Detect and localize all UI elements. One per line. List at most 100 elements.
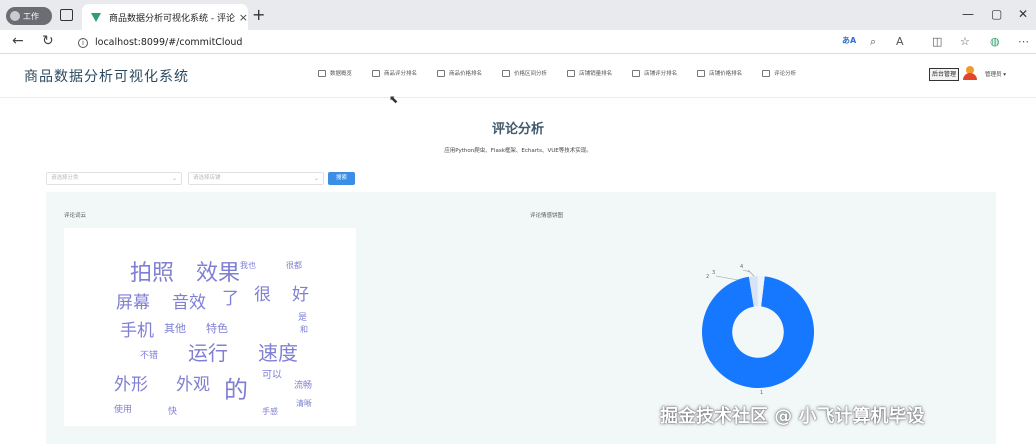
wordcloud-word: 音效 xyxy=(172,293,206,313)
tab-actions-icon[interactable] xyxy=(60,9,73,21)
read-aloud-icon[interactable]: A xyxy=(896,35,904,48)
extension-icon[interactable]: ◍ xyxy=(990,35,1000,48)
nav-label: 店铺评分排名 xyxy=(644,71,678,77)
browser-tab-bar: 工作 商品数据分析可视化系统 - 评论分析 × + — ▢ ✕ xyxy=(0,0,1036,30)
wordcloud-word: 外形 xyxy=(114,375,148,395)
nav-icon xyxy=(372,69,381,77)
nav-label: 商品评分排名 xyxy=(384,71,418,77)
mouse-cursor-icon: ⬉ xyxy=(389,93,399,106)
nav-item-comment-analysis[interactable]: 评论分析 xyxy=(762,69,796,77)
translate-icon[interactable]: あA xyxy=(842,35,856,46)
wordcloud-word: 很都 xyxy=(286,261,302,270)
browser-tab-active[interactable]: 商品数据分析可视化系统 - 评论分析 × xyxy=(82,4,248,30)
nav-icon xyxy=(502,69,511,77)
wordcloud-word: 运行 xyxy=(188,341,228,365)
wordcloud-word: 特色 xyxy=(206,321,228,335)
profile-button[interactable]: 工作 xyxy=(6,7,52,25)
user-menu[interactable]: 管理员 ▾ xyxy=(985,70,1006,78)
split-screen-icon[interactable]: ◫ xyxy=(932,35,942,48)
new-tab-icon[interactable]: + xyxy=(252,5,265,24)
nav-icon xyxy=(762,69,771,77)
chevron-down-icon: ⌄ xyxy=(171,175,177,182)
wordcloud-word: 手机 xyxy=(120,321,154,341)
wordcloud-word: 清晰 xyxy=(296,398,312,408)
app-title: 商品数据分析可视化系统 xyxy=(24,69,189,85)
vue-favicon-icon xyxy=(91,12,101,22)
nav-item-product-price[interactable]: 商品价格排名 xyxy=(437,69,482,77)
wordcloud-word: 和 xyxy=(300,325,308,334)
wordcloud-word: 好 xyxy=(292,285,309,305)
nav-icon xyxy=(567,69,576,77)
wordcloud-word: 外观 xyxy=(176,375,210,395)
nav-item-product-rating[interactable]: 商品评分排名 xyxy=(372,69,417,77)
category-select[interactable]: 请选择分类 ⌄ xyxy=(46,172,182,185)
pie-label: 评论情感饼图 xyxy=(530,213,564,219)
wordcloud-word: 使用 xyxy=(114,403,132,415)
reload-icon[interactable]: ↻ xyxy=(42,33,54,49)
wordcloud-word: 拍照 xyxy=(130,261,174,286)
search-button[interactable]: 搜索 xyxy=(328,172,355,185)
page-subtitle: 应用Python爬虫、Flask框架、Echarts、VUE等技术实现。 xyxy=(444,148,592,154)
donut-tick-label: 1 xyxy=(760,390,763,396)
wordcloud-svg: 拍照 效果屏幕 音效了很 好手机 其他 特色运行 速度外形 外观 的 可以流畅使用 不错 我也 很都是和… xyxy=(114,260,312,417)
nav-label: 价格区间分析 xyxy=(514,71,548,77)
shop-select-placeholder: 请选择店铺 xyxy=(193,175,221,181)
chevron-down-icon: ⌄ xyxy=(313,175,319,182)
site-info-icon[interactable]: i xyxy=(78,37,88,48)
maximize-icon[interactable]: ▢ xyxy=(991,7,1002,21)
donut-leader-line xyxy=(747,269,755,277)
admin-button[interactable]: 后台管理 xyxy=(929,68,960,81)
wordcloud: 拍照 效果 屏幕 音效了很 好手机 其他 特色 运行 速度 外形 外观的 可以 流畅 使用 不错 我也 很都是和… xyxy=(64,228,356,426)
wordcloud-word: 效果 xyxy=(196,261,240,286)
nav-label: 商品价格排名 xyxy=(449,71,483,77)
nav-item-price-range[interactable]: 价格区间分析 xyxy=(502,69,547,77)
wordcloud-word: 速度 xyxy=(258,341,298,365)
nav-icon xyxy=(697,69,706,77)
url-field[interactable]: i localhost:8099/#/commitCloud xyxy=(78,34,908,51)
nav-label: 评论分析 xyxy=(774,71,797,77)
shop-select[interactable]: 请选择店铺 ⌄ xyxy=(188,172,324,185)
donut-svg: 1 23 4 xyxy=(702,264,814,396)
wordcloud-word: 其他 xyxy=(164,322,186,335)
wordcloud-word: 快 xyxy=(168,405,177,417)
wordcloud-word: 我也 xyxy=(240,260,256,270)
wordcloud-word: 流畅 xyxy=(294,379,312,391)
tab-close-icon[interactable]: × xyxy=(239,11,248,24)
wordcloud-word: 可以 xyxy=(262,370,282,381)
app-header: 商品数据分析可视化系统 数据概览 商品评分排名 商品价格排名 价格区间分析 店铺… xyxy=(0,55,1036,98)
wordcloud-word: 是 xyxy=(298,312,307,323)
nav-item-overview[interactable]: 数据概览 xyxy=(318,69,352,77)
nav-icon xyxy=(632,69,641,77)
wordcloud-word: 屏幕 xyxy=(116,293,150,313)
url-text: localhost:8099/#/commitCloud xyxy=(95,37,243,48)
donut-tick-label: 2 xyxy=(706,274,709,280)
wordcloud-word: 了 xyxy=(222,289,239,309)
menu-icon[interactable]: ⋯ xyxy=(1018,35,1029,48)
category-select-placeholder: 请选择分类 xyxy=(51,175,79,181)
nav-icon xyxy=(437,69,446,77)
avatar[interactable] xyxy=(963,66,977,80)
tab-title: 商品数据分析可视化系统 - 评论分析 xyxy=(109,13,235,24)
wordcloud-word: 不错 xyxy=(140,349,158,361)
page-title: 评论分析 xyxy=(491,122,544,137)
profile-avatar-icon xyxy=(10,11,20,21)
close-window-icon[interactable]: ✕ xyxy=(1018,7,1028,21)
zoom-icon[interactable]: ⌕ xyxy=(870,35,876,49)
profile-label: 工作 xyxy=(23,11,39,21)
donut-tick-label: 3 xyxy=(712,270,715,276)
minimize-icon[interactable]: — xyxy=(962,7,974,21)
nav-label: 店铺价格排名 xyxy=(709,71,743,77)
wordcloud-word: 很 xyxy=(254,285,271,305)
sentiment-donut-chart: 1 23 4 xyxy=(688,262,828,402)
nav-label: 数据概览 xyxy=(330,71,353,77)
favorites-icon[interactable]: ☆ xyxy=(960,35,970,48)
back-icon[interactable]: ← xyxy=(12,33,24,49)
donut-leader-line xyxy=(715,275,739,281)
nav-item-shop-price[interactable]: 店铺价格排名 xyxy=(697,69,742,77)
wordcloud-label: 评论词云 xyxy=(64,213,87,219)
watermark: 掘金技术社区 @ 小飞计算机毕设 xyxy=(660,406,925,427)
nav-icon xyxy=(318,69,326,77)
nav-item-shop-sales[interactable]: 店铺销量排名 xyxy=(567,69,612,77)
donut-tick-label: 4 xyxy=(740,264,743,270)
nav-item-shop-rating[interactable]: 店铺评分排名 xyxy=(632,69,677,77)
